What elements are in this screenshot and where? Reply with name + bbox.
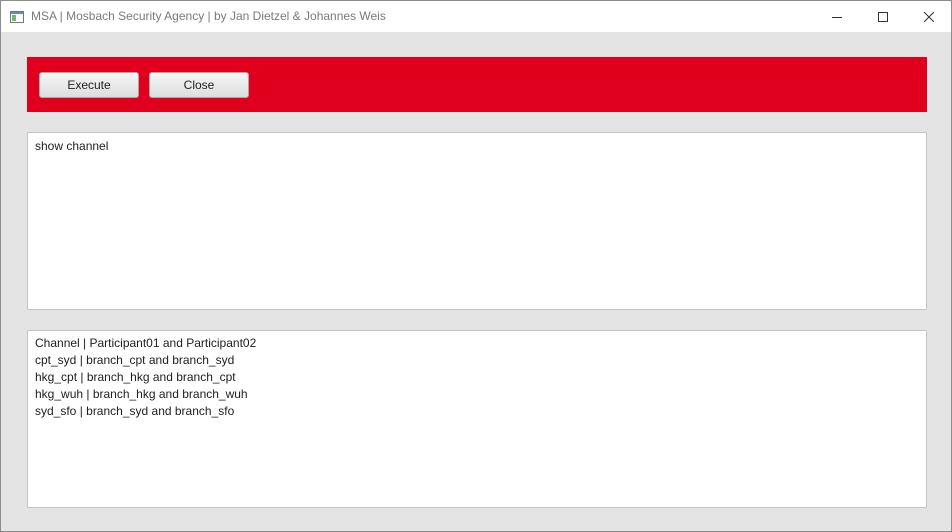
window-title: MSA | Mosbach Security Agency | by Jan D… [31, 9, 386, 23]
minimize-button[interactable] [814, 1, 860, 32]
output-line: cpt_syd | branch_cpt and branch_syd [35, 353, 235, 367]
output-line: syd_sfo | branch_syd and branch_sfo [35, 404, 235, 418]
command-input[interactable]: show channel [27, 132, 927, 310]
minimize-icon [832, 12, 842, 22]
close-button[interactable]: Close [149, 72, 249, 98]
close-window-button[interactable] [906, 1, 952, 32]
app-window-icon [10, 10, 24, 23]
output-area[interactable]: Channel | Participant01 and Participant0… [27, 330, 927, 508]
title-bar[interactable]: MSA | Mosbach Security Agency | by Jan D… [1, 1, 951, 32]
output-line: hkg_cpt | branch_hkg and branch_cpt [35, 370, 236, 384]
app-window: MSA | Mosbach Security Agency | by Jan D… [0, 0, 952, 532]
output-line: hkg_wuh | branch_hkg and branch_wuh [35, 387, 248, 401]
maximize-icon [878, 11, 888, 22]
maximize-button[interactable] [860, 1, 906, 32]
execute-button[interactable]: Execute [39, 72, 139, 98]
close-icon [924, 11, 934, 22]
output-line: Channel | Participant01 and Participant0… [35, 336, 257, 350]
toolbar: Execute Close [27, 57, 927, 112]
command-input-text: show channel [35, 139, 109, 153]
